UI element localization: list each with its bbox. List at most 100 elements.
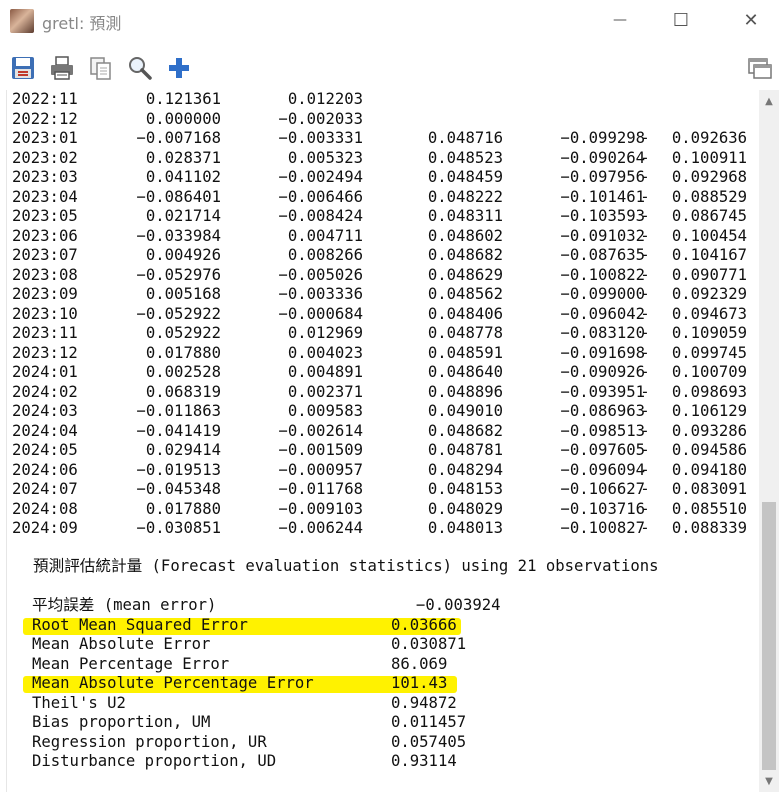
- date-cell: 2023:01: [12, 129, 78, 147]
- interval-dash: -: [640, 226, 650, 245]
- stat-value: 86.069: [391, 654, 448, 673]
- window-title: gretl: 預測: [42, 14, 122, 33]
- actual-cell: 0.000000: [145, 109, 221, 128]
- date-cell: 2023:11: [12, 324, 78, 342]
- interval-dash: -: [640, 246, 650, 264]
- interval-lower-cell: −0.099000: [560, 285, 646, 303]
- interval-upper-cell: 0.085510: [671, 499, 747, 518]
- interval-upper-cell: 0.100709: [671, 363, 747, 381]
- actual-cell: 0.041102: [145, 168, 221, 186]
- vertical-scrollbar[interactable]: ▲ ▼: [759, 90, 779, 792]
- interval-lower-cell: −0.091698: [560, 343, 646, 362]
- interval-upper-cell: 0.094180: [671, 460, 747, 479]
- save-icon: [12, 57, 34, 79]
- interval-lower-cell: −0.090926: [560, 363, 646, 381]
- print-button[interactable]: [48, 54, 76, 82]
- interval-lower-cell: −0.097605: [560, 441, 646, 459]
- output-text-area[interactable]: 2022:11 0.121361 0.012203 2022:12 0.000000 −0…: [6, 90, 759, 792]
- table-row: 2024:05 0.029414 −0.001509 0.048781 −0.09760…: [7, 441, 759, 461]
- forecast-cell: −0.003331: [278, 129, 364, 147]
- date-cell: 2022:11: [12, 90, 78, 108]
- stat-value: 0.93114: [391, 752, 457, 770]
- interval-dash: -: [640, 402, 650, 420]
- std-error-cell: 0.048602: [427, 226, 503, 245]
- stat-value: −0.003924: [416, 596, 501, 614]
- date-cell: 2024:06: [12, 460, 78, 479]
- forecast-cell: −0.009103: [278, 499, 364, 518]
- interval-upper-cell: 0.093286: [671, 421, 747, 440]
- scroll-down-button[interactable]: ▼: [759, 772, 779, 790]
- table-row: 2023:02 0.028371 0.005323 0.048523 −0.090264…: [7, 149, 759, 169]
- scroll-up-button[interactable]: ▲: [759, 92, 779, 110]
- actual-cell: 0.017880: [145, 343, 221, 362]
- stat-value: 0.030871: [391, 635, 467, 653]
- interval-lower-cell: −0.098513: [560, 421, 646, 440]
- actual-cell: −0.052922: [136, 304, 222, 323]
- interval-upper-cell: 0.104167: [671, 246, 747, 264]
- chevron-up-icon: ▲: [765, 95, 773, 107]
- interval-dash: -: [640, 129, 650, 147]
- add-icon: [169, 58, 189, 78]
- stat-row: Mean Absolute Error 0.030871: [7, 635, 759, 655]
- std-error-cell: 0.048716: [427, 129, 503, 147]
- interval-lower-cell: −0.093951: [560, 382, 646, 401]
- actual-cell: −0.033984: [136, 226, 222, 245]
- std-error-cell: 0.048640: [427, 363, 503, 381]
- forecast-cell: −0.000957: [278, 460, 364, 479]
- minimize-button[interactable]: —: [597, 0, 643, 40]
- save-button[interactable]: [9, 54, 37, 82]
- windows-button[interactable]: [746, 54, 774, 82]
- zoom-button[interactable]: [126, 54, 154, 82]
- forecast-cell: 0.012969: [287, 324, 363, 342]
- interval-dash: -: [640, 265, 650, 284]
- actual-cell: 0.052922: [145, 324, 221, 342]
- maximize-button[interactable]: ☐: [658, 0, 704, 40]
- std-error-cell: 0.048591: [427, 343, 503, 362]
- forecast-cell: 0.002371: [287, 382, 363, 401]
- interval-upper-cell: 0.098693: [671, 382, 747, 401]
- forecast-cell: −0.006466: [278, 187, 364, 206]
- actual-cell: −0.030851: [136, 519, 222, 537]
- date-cell: 2023:03: [12, 168, 78, 186]
- forecast-cell: −0.008424: [278, 207, 364, 225]
- table-row: 2024:01 0.002528 0.004891 0.048640 −0.090926…: [7, 363, 759, 383]
- forecast-cell: −0.003336: [278, 285, 364, 303]
- std-error-cell: 0.048682: [427, 421, 503, 440]
- interval-dash: -: [640, 421, 650, 440]
- table-row: 2023:11 0.052922 0.012969 0.048778 −0.083120…: [7, 324, 759, 344]
- stat-label: Bias proportion, UM: [32, 713, 211, 731]
- interval-dash: -: [640, 519, 650, 537]
- forecast-cell: 0.005323: [287, 148, 363, 167]
- actual-cell: 0.021714: [145, 207, 221, 225]
- actual-cell: −0.086401: [136, 187, 222, 206]
- forecast-cell: −0.011768: [278, 480, 364, 498]
- stat-row: Mean Absolute Percentage Error 101.43: [7, 674, 759, 694]
- close-button[interactable]: ✕: [728, 0, 774, 40]
- interval-lower-cell: −0.090264: [560, 148, 646, 167]
- interval-lower-cell: −0.097956: [560, 168, 646, 186]
- interval-lower-cell: −0.086963: [560, 402, 646, 420]
- copy-button[interactable]: [87, 54, 115, 82]
- stat-label: 平均誤差 (mean error): [32, 596, 217, 614]
- std-error-cell: 0.048013: [427, 519, 503, 537]
- stat-value: 0.94872: [391, 693, 457, 712]
- std-error-cell: 0.048222: [427, 187, 503, 206]
- forecast-cell: −0.005026: [278, 265, 364, 284]
- stat-label: Mean Absolute Percentage Error: [32, 674, 314, 692]
- interval-dash: -: [640, 168, 650, 186]
- scroll-thumb[interactable]: [762, 502, 776, 770]
- actual-cell: 0.005168: [145, 285, 221, 303]
- actual-cell: 0.029414: [145, 441, 221, 459]
- stat-label: Root Mean Squared Error: [32, 615, 248, 634]
- stat-row: Mean Percentage Error 86.069: [7, 655, 759, 675]
- date-cell: 2023:08: [12, 265, 78, 284]
- interval-lower-cell: −0.096094: [560, 460, 646, 479]
- stat-label: Mean Absolute Error: [32, 635, 211, 653]
- table-row: 2024:04 −0.041419 −0.002614 0.048682 −0.0985…: [7, 422, 759, 442]
- add-button[interactable]: [165, 54, 193, 82]
- forecast-cell: 0.008266: [287, 246, 363, 264]
- std-error-cell: 0.048459: [427, 168, 503, 186]
- stats-header: 預測評估統計量 (Forecast evaluation statistics)…: [33, 557, 659, 575]
- interval-dash: -: [640, 460, 650, 479]
- date-cell: 2023:09: [12, 285, 78, 303]
